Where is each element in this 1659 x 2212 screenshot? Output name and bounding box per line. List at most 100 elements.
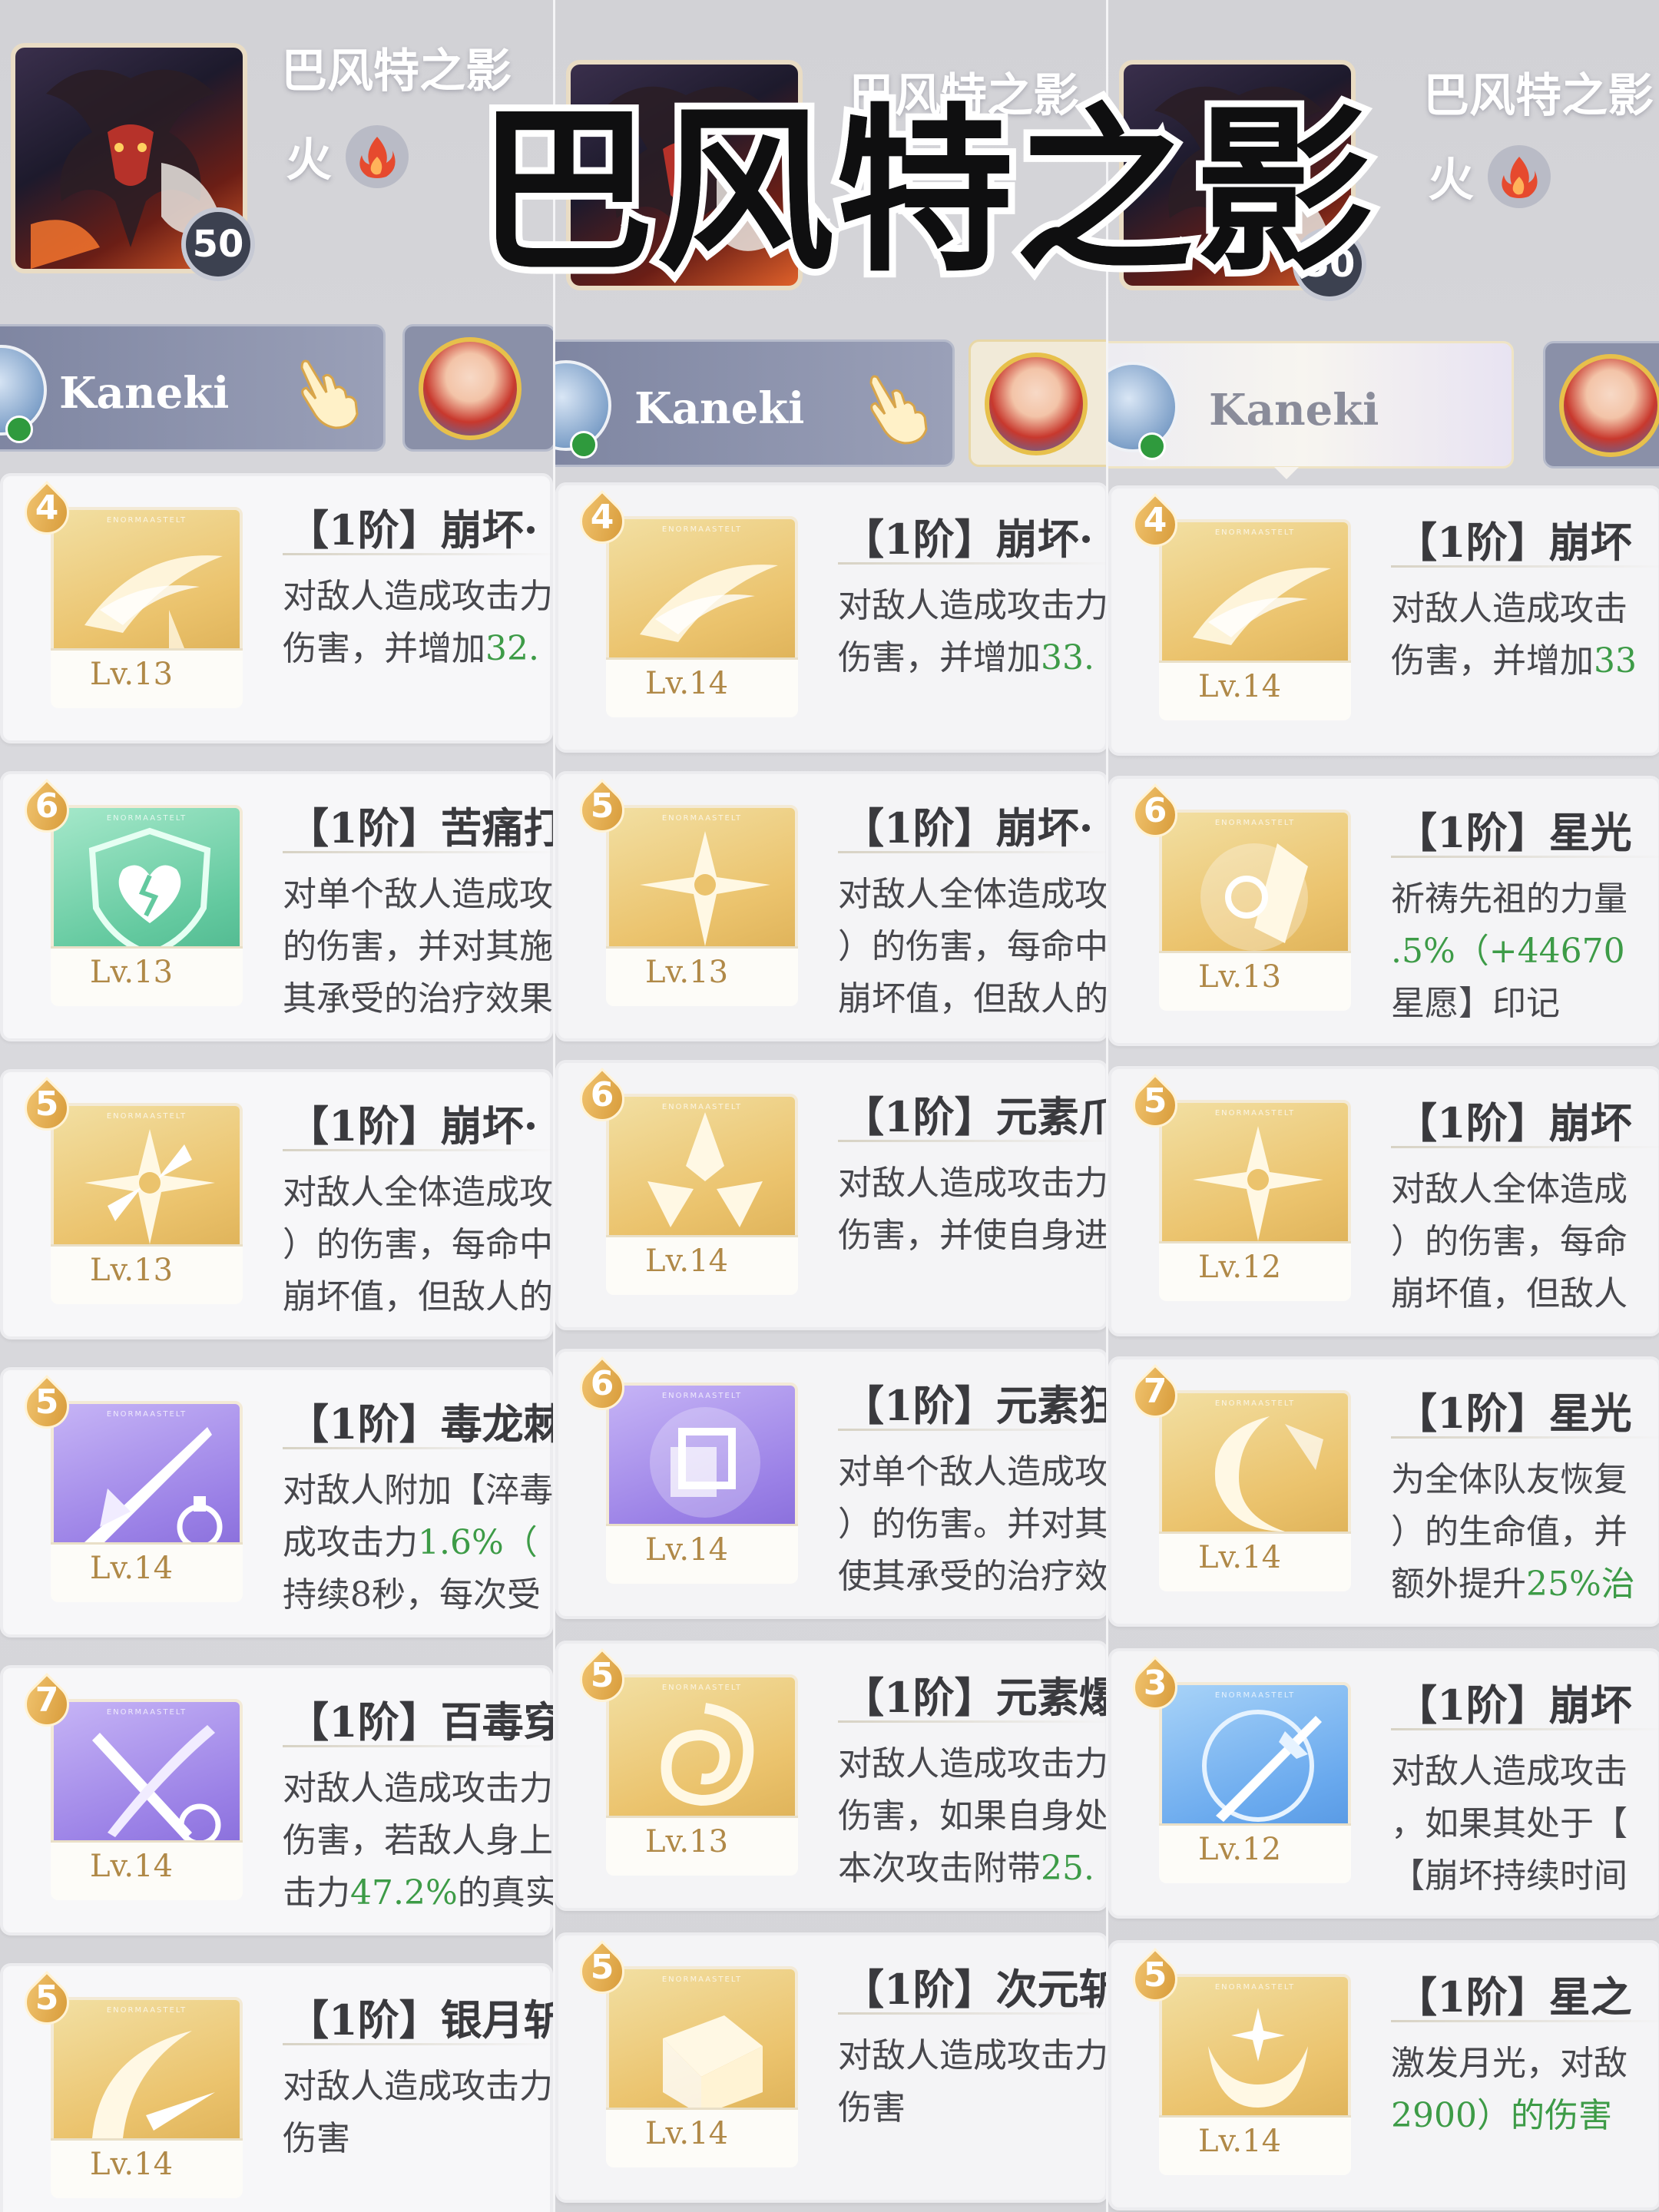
divider: [1391, 565, 1659, 568]
skill-level-plate: Lv.13: [51, 648, 243, 708]
skill-desc-line: 对敌人造成攻击力: [838, 1155, 1106, 1204]
divider: [283, 1447, 553, 1449]
skill-desc-text: 祈祷先祖的力量: [1391, 879, 1628, 919]
skill-card[interactable]: ENORMAASTELT Lv.14 5 【1阶】银月斩 对敌人造成攻击力 伤害: [0, 1963, 553, 2212]
skill-desc-line: 对敌人造成攻击力: [283, 2058, 553, 2108]
skill-level-plate: Lv.14: [1159, 1532, 1351, 1591]
skill-card[interactable]: ENORMAASTELT Lv.13 5 【1阶】元素爆 对敌人造成攻击力 伤害…: [555, 1641, 1106, 1911]
skill-title: 【1阶】崩坏·: [287, 505, 538, 555]
skill-desc-line: 对敌人造成攻击: [1391, 581, 1628, 630]
divider: [1391, 856, 1659, 858]
skill-card[interactable]: ENORMAASTELT Lv.14 7 【1阶】百毒穿 对敌人造成攻击力 伤害…: [0, 1665, 553, 1936]
skill-desc-text: 33.: [1041, 638, 1094, 677]
skill-card[interactable]: ENORMAASTELT Lv.14 5 【1阶】次元斩 对敌人造成攻击力 伤害: [555, 1932, 1106, 2203]
skill-title: 【1阶】元素爪: [843, 1092, 1106, 1141]
skill-desc-line: 伤害，并增加33: [1391, 633, 1637, 682]
skill-desc-text: 32.: [485, 629, 539, 668]
skill-desc-text: 额外提升: [1391, 1565, 1526, 1604]
skill-desc-line: 对敌人造成攻击力: [283, 1760, 553, 1810]
skill-level-plate: Lv.14: [606, 1235, 798, 1295]
skill-desc-text: 对敌人全体造成攻: [283, 1173, 553, 1212]
divider: [1391, 1436, 1659, 1439]
skill-card[interactable]: ENORMAASTELT Lv.14 5 【1阶】星之 激发月光，对敌 2900…: [1108, 1940, 1659, 2210]
skill-card[interactable]: ENORMAASTELT Lv.13 4 【1阶】崩坏· 对敌人造成攻击力 伤害…: [0, 473, 553, 743]
skill-desc-text: 持续8秒，每次受: [283, 1575, 541, 1614]
skill-desc-line: 伤害: [283, 2111, 350, 2160]
skill-card[interactable]: ENORMAASTELT Lv.14 6 【1阶】元素爪 对敌人造成攻击力 伤害…: [555, 1060, 1106, 1330]
skill-title: 【1阶】崩坏: [1396, 1098, 1632, 1147]
skill-level-plate: Lv.14: [606, 2108, 798, 2167]
screenshot-column-1: 50 巴风特之影 火 Kaneki ENORMAASTELT Lv.13 4 【…: [0, 0, 553, 2212]
skill-cost: 4: [1143, 501, 1167, 540]
skill-title: 【1阶】银月斩: [287, 1995, 553, 2045]
skill-desc-line: ，如果其处于【: [1391, 1796, 1628, 1845]
element-row: 火: [1428, 143, 1551, 210]
skill-cost: 5: [590, 1656, 614, 1695]
skill-card[interactable]: ENORMAASTELT Lv.13 5 【1阶】崩坏· 对敌人全体造成攻 ）的…: [555, 771, 1106, 1041]
skill-card[interactable]: ENORMAASTELT Lv.14 7 【1阶】星光 为全体队友恢复 ）的生命…: [1108, 1356, 1659, 1627]
element-label: 火: [286, 134, 332, 187]
skill-card[interactable]: ENORMAASTELT Lv.13 5 【1阶】崩坏· 对敌人全体造成攻 ）的…: [0, 1069, 553, 1339]
skill-cost: 4: [590, 498, 614, 537]
skill-level: Lv.14: [644, 1532, 729, 1568]
skill-desc-text: 使其承受的治疗效: [838, 1557, 1106, 1596]
skill-desc-line: 伤害，并使自身进: [838, 1207, 1106, 1257]
skill-level: Lv.14: [644, 2116, 729, 2151]
shuriken-icon: [1193, 1126, 1323, 1241]
skill-title: 【1阶】元素狂: [843, 1381, 1106, 1430]
skill-card[interactable]: ENORMAASTELT Lv.12 3 【1阶】崩坏 对敌人造成攻击 ，如果其…: [1108, 1648, 1659, 1919]
fire-icon: [1488, 144, 1551, 208]
skill-desc-text: 【崩坏持续时间: [1391, 1856, 1628, 1896]
skill-card[interactable]: ENORMAASTELT Lv.14 6 【1阶】元素狂 对单个敌人造成攻 ）的…: [555, 1349, 1106, 1619]
skill-desc-line: 2900）的伤害: [1391, 2088, 1612, 2137]
vortex-icon: [661, 1703, 754, 1806]
skill-level: Lv.14: [1197, 669, 1282, 704]
player-name: Kaneki: [1209, 385, 1379, 435]
skill-level-plate: Lv.13: [51, 1244, 243, 1304]
skill-level: Lv.13: [644, 1824, 729, 1859]
divider: [1391, 1728, 1659, 1730]
starlight-crystal-icon: [1200, 843, 1308, 951]
skill-desc-line: 成攻击力1.6%（: [283, 1515, 538, 1564]
skill-desc-line: 对敌人造成攻击力: [838, 1736, 1106, 1785]
columns: 50 巴风特之影 火 Kaneki ENORMAASTELT Lv.13 4 【…: [0, 0, 1659, 2212]
divider: [283, 1745, 553, 1747]
skill-desc-line: ）的生命值，并: [1391, 1504, 1628, 1553]
skill-card[interactable]: ENORMAASTELT Lv.14 4 【1阶】崩坏 对敌人造成攻击 伤害，并…: [1108, 485, 1659, 756]
skill-desc-line: .5%（+44670: [1391, 923, 1625, 972]
broken-heart-shield-icon: [88, 827, 211, 958]
skill-desc-text: ）的伤害，每命中: [283, 1225, 553, 1264]
friend-card[interactable]: [969, 339, 1106, 467]
friend-card[interactable]: [402, 324, 553, 452]
skill-desc-line: 崩坏值，但敌人的: [283, 1269, 553, 1318]
skill-desc-line: 崩坏值，但敌人: [1391, 1266, 1628, 1315]
skill-level-plate: Lv.12: [1159, 1823, 1351, 1883]
element-cube-icon: [650, 1407, 760, 1518]
skill-desc-text: 的真实: [457, 1873, 553, 1912]
skill-desc-line: 祈祷先祖的力量: [1391, 871, 1628, 920]
skill-desc-text: 2900）的伤害: [1391, 2096, 1612, 2135]
player-card[interactable]: Kaneki: [555, 339, 955, 467]
skill-level: Lv.14: [89, 1551, 174, 1586]
friend-avatar: [985, 353, 1088, 455]
skill-card[interactable]: ENORMAASTELT Lv.12 5 【1阶】崩坏 对敌人全体造成 ）的伤害…: [1108, 1066, 1659, 1336]
skill-card[interactable]: ENORMAASTELT Lv.14 5 【1阶】毒龙棘 对敌人附加【淬毒 成攻…: [0, 1367, 553, 1637]
skill-card[interactable]: ENORMAASTELT Lv.13 6 【1阶】苦痛打 对单个敌人造成攻 的伤…: [0, 771, 553, 1041]
skill-title: 【1阶】崩坏·: [287, 1101, 538, 1151]
cost-drop-icon: 5: [15, 1076, 79, 1143]
screenshot-column-3: 50 巴风特之影 火 Kaneki ENORMAASTELT Lv.14 4 【…: [1106, 0, 1659, 2212]
skill-cost: 3: [1143, 1664, 1167, 1703]
skill-desc-line: 对敌人造成攻击力: [838, 2028, 1106, 2077]
skill-desc-line: 对单个敌人造成攻: [283, 866, 553, 916]
skill-level: Lv.13: [89, 955, 174, 990]
skill-level-plate: Lv.14: [51, 2138, 243, 2198]
skill-desc-line: 本次攻击附带25.: [838, 1840, 1094, 1889]
cost-drop-icon: 6: [570, 1356, 634, 1422]
skill-card[interactable]: ENORMAASTELT Lv.14 4 【1阶】崩坏· 对敌人造成攻击力 伤害…: [555, 482, 1106, 753]
player-card[interactable]: Kaneki: [1108, 341, 1514, 469]
skill-card[interactable]: ENORMAASTELT Lv.13 6 【1阶】星光 祈祷先祖的力量 .5%（…: [1108, 776, 1659, 1046]
friend-card[interactable]: [1543, 341, 1659, 469]
fire-icon: [346, 124, 409, 188]
skill-desc-line: 星愿】印记: [1391, 975, 1560, 1025]
player-card[interactable]: Kaneki: [0, 324, 386, 452]
